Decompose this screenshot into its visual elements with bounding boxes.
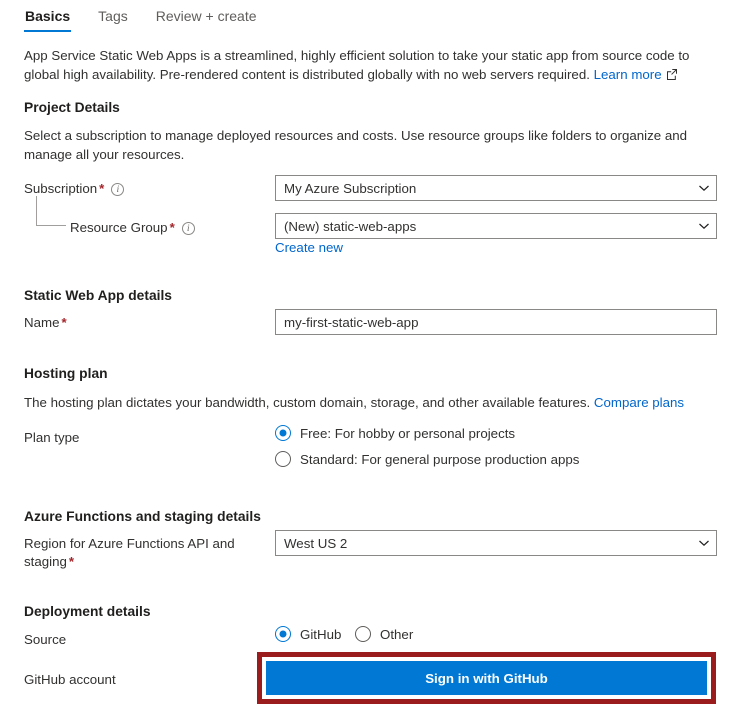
region-dropdown[interactable]: West US 2 <box>275 530 717 556</box>
create-new-resource-group-link[interactable]: Create new <box>275 240 343 255</box>
chevron-down-icon <box>698 537 710 549</box>
github-account-label: GitHub account <box>24 672 116 687</box>
resource-group-dropdown[interactable]: (New) static-web-apps <box>275 213 717 239</box>
plan-type-option-standard-label: Standard: For general purpose production… <box>300 451 580 467</box>
subscription-dropdown[interactable]: My Azure Subscription <box>275 175 717 201</box>
azure-create-static-web-app-form: Basics Tags Review + create App Service … <box>0 0 754 712</box>
region-label: Region for Azure Functions API and stagi… <box>24 535 264 571</box>
radio-unselected-icon <box>355 626 371 642</box>
source-label: Source <box>24 632 67 647</box>
static-web-app-details-heading: Static Web App details <box>24 288 172 303</box>
compare-plans-link[interactable]: Compare plans <box>594 395 684 410</box>
source-option-other-label: Other <box>380 626 414 642</box>
resource-group-label-text: Resource Group <box>70 220 168 235</box>
name-input[interactable]: my-first-static-web-app <box>275 309 717 335</box>
tab-tags-label: Tags <box>98 8 128 24</box>
resource-group-label: Resource Group * i <box>70 219 195 237</box>
radio-selected-icon <box>275 626 291 642</box>
project-details-description: Select a subscription to manage deployed… <box>24 128 688 162</box>
region-value: West US 2 <box>284 535 348 551</box>
intro-text: App Service Static Web Apps is a streaml… <box>24 48 690 82</box>
learn-more-link[interactable]: Learn more <box>594 67 662 82</box>
tab-review-create[interactable]: Review + create <box>155 6 258 32</box>
sign-in-with-github-button[interactable]: Sign in with GitHub <box>266 661 707 695</box>
hosting-plan-description-text: The hosting plan dictates your bandwidth… <box>24 395 591 410</box>
region-required-asterisk: * <box>68 554 75 569</box>
resource-group-required-asterisk: * <box>169 220 175 235</box>
external-link-icon <box>666 66 677 85</box>
plan-type-option-free[interactable]: Free: For hobby or personal projects <box>275 425 515 441</box>
plan-type-option-standard[interactable]: Standard: For general purpose production… <box>275 451 579 467</box>
radio-selected-icon <box>275 425 291 441</box>
tab-review-create-label: Review + create <box>155 8 257 24</box>
sign-in-highlight-annotation: Sign in with GitHub <box>257 652 716 704</box>
hosting-plan-description: The hosting plan dictates your bandwidth… <box>24 393 724 412</box>
resource-group-value: (New) static-web-apps <box>284 218 417 234</box>
tab-basics[interactable]: Basics <box>24 6 72 32</box>
functions-staging-heading: Azure Functions and staging details <box>24 509 261 524</box>
tab-basics-label: Basics <box>25 8 71 24</box>
plan-type-label: Plan type <box>24 430 80 445</box>
radio-unselected-icon <box>275 451 291 467</box>
chevron-down-icon <box>698 182 710 194</box>
name-label-text: Name <box>24 315 60 330</box>
name-value: my-first-static-web-app <box>284 314 419 330</box>
name-label: Name * <box>24 314 67 332</box>
resource-group-tree-connector <box>36 196 66 226</box>
subscription-value: My Azure Subscription <box>284 180 417 196</box>
deployment-details-heading: Deployment details <box>24 604 151 619</box>
source-option-other[interactable]: Other <box>355 626 413 642</box>
name-required-asterisk: * <box>61 315 67 330</box>
intro-paragraph: App Service Static Web Apps is a streaml… <box>24 46 724 85</box>
chevron-down-icon <box>698 220 710 232</box>
subscription-label-text: Subscription <box>24 181 98 196</box>
plan-type-option-free-label: Free: For hobby or personal projects <box>300 425 516 441</box>
project-details-heading: Project Details <box>24 100 120 115</box>
resource-group-info-icon[interactable]: i <box>181 222 195 235</box>
hosting-plan-heading: Hosting plan <box>24 366 108 381</box>
wizard-tabs: Basics Tags Review + create <box>24 6 258 32</box>
subscription-info-icon[interactable]: i <box>111 183 125 196</box>
subscription-required-asterisk: * <box>99 181 105 196</box>
region-label-text: Region for Azure Functions API and stagi… <box>24 536 235 569</box>
tab-tags[interactable]: Tags <box>97 6 129 32</box>
source-option-github-label: GitHub <box>300 626 342 642</box>
source-option-github[interactable]: GitHub <box>275 626 341 642</box>
